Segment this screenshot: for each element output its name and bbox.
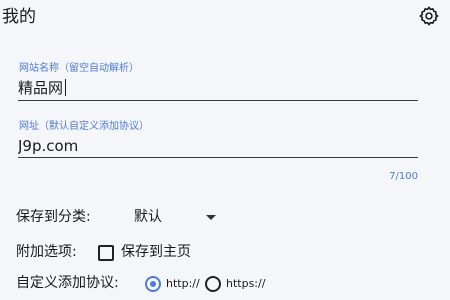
dropdown-arrow-icon — [206, 215, 216, 220]
page-title: 我的 — [2, 7, 36, 27]
site-url-label: 网址（默认自定义添加协议） — [19, 121, 149, 132]
save-to-home-checkbox[interactable] — [98, 245, 114, 261]
site-name-underline — [18, 100, 418, 101]
category-label: 保存到分类: — [16, 209, 91, 225]
radio-https[interactable] — [205, 276, 221, 292]
category-dropdown[interactable]: 默认 — [134, 208, 222, 226]
radio-https-label[interactable]: https:// — [226, 276, 265, 292]
settings-button[interactable] — [418, 5, 440, 27]
save-to-home-label[interactable]: 保存到主页 — [121, 243, 191, 261]
site-url-input[interactable] — [18, 136, 418, 156]
radio-http[interactable] — [145, 276, 161, 292]
top-bar: 我的 — [0, 0, 450, 36]
site-url-underline — [18, 157, 418, 158]
radio-selected-dot — [150, 281, 156, 287]
site-name-input[interactable] — [18, 78, 418, 98]
site-name-field[interactable]: 网站名称（留空自动解析） — [18, 63, 418, 103]
radio-http-label[interactable]: http:// — [166, 276, 200, 292]
site-url-field[interactable]: 网址（默认自定义添加协议） — [18, 121, 418, 161]
category-value: 默认 — [134, 209, 162, 225]
gear-icon — [418, 5, 440, 27]
protocol-label: 自定义添加协议: — [16, 275, 119, 291]
char-count: 7/100 — [389, 171, 418, 182]
site-name-label: 网站名称（留空自动解析） — [19, 63, 139, 74]
text-caret — [65, 79, 66, 96]
extra-options-label: 附加选项: — [16, 244, 77, 260]
